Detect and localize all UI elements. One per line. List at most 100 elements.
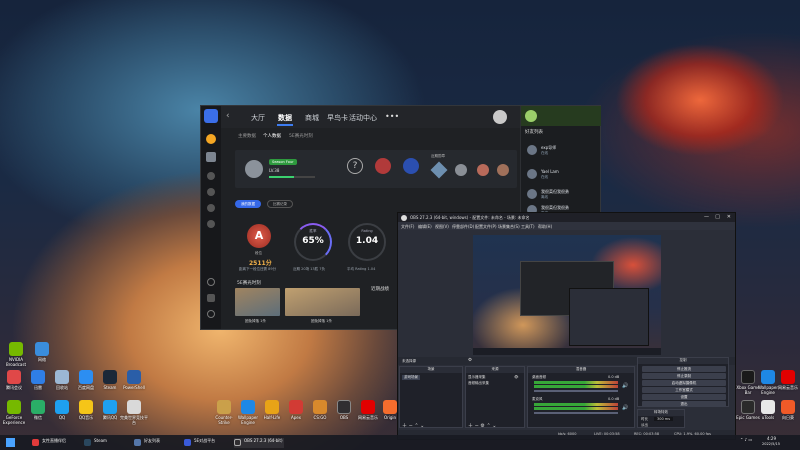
highlight-clip[interactable] (235, 288, 280, 316)
duration-input[interactable]: 300 ms (654, 417, 674, 421)
minimize-icon[interactable]: — (704, 214, 709, 220)
tab-data[interactable]: 数据 (278, 113, 292, 123)
friend-item[interactable]: Yael Lam 在线 (527, 168, 597, 182)
menu-tools[interactable]: 工具(T) (521, 224, 535, 230)
transition-type[interactable]: 淡出 (641, 423, 648, 428)
rail-icon[interactable] (207, 204, 215, 212)
rail-icon[interactable] (207, 220, 215, 228)
friend-item[interactable]: 我很菜但我很勇离线 (527, 188, 597, 202)
subtab-personal[interactable]: 个人数据 (263, 133, 281, 139)
rank-label: 段位 (255, 251, 262, 255)
add-scene-icon[interactable]: ＋ − ⌃ ⌄ (402, 422, 424, 429)
back-icon[interactable]: ‹ (226, 111, 230, 121)
perfect-world-icon (127, 400, 141, 414)
season-badge: Season Four (269, 159, 297, 165)
settings-button[interactable]: 设置 (642, 394, 726, 400)
speaker-icon[interactable]: 🔊 (622, 383, 628, 389)
volume-slider[interactable] (534, 390, 618, 392)
menu-scene-collection[interactable]: 场景集合(S) (498, 224, 520, 230)
obs-icon (234, 439, 241, 446)
channel-name: 桌面音频 (532, 375, 546, 379)
desktop-icon[interactable]: PowerShell (120, 370, 148, 390)
avatar (527, 189, 537, 199)
rank-badge-icon[interactable] (493, 110, 507, 124)
match-history-button[interactable]: 比赛记录 (267, 200, 293, 208)
taskbar-item[interactable]: OBS 27.2.3 (64-bit) (234, 438, 284, 448)
sunlogin-icon (781, 400, 795, 414)
taskbar: 女性直播伴侣 Steam 好友列表 5E对战平台 OBS 27.2.3 (64-… (0, 435, 800, 450)
source-item[interactable]: 音频输出采集 (468, 381, 489, 386)
scene-item[interactable]: 游戏场景 (402, 375, 420, 380)
help-icon[interactable]: ? (347, 158, 363, 174)
desktop-icon[interactable]: 网络 (28, 342, 56, 362)
transitions-title: 转场特效 (638, 410, 684, 416)
desktop-icon[interactable]: 网易云音乐 (774, 370, 800, 390)
coin-icon[interactable] (206, 134, 216, 144)
visibility-icon[interactable]: 👁 (514, 375, 518, 379)
desktop-icon-label: 向日葵 (782, 415, 794, 420)
maximize-icon[interactable]: □ (715, 214, 720, 220)
tray-icons[interactable]: ⌃ ♪ ▭ (740, 437, 752, 442)
subtab-main[interactable]: 主要数据 (238, 133, 256, 139)
menu-profile[interactable]: 配置文件(P) (475, 224, 497, 230)
rail-icon[interactable] (207, 188, 215, 196)
thunder-icon (31, 370, 45, 384)
clip-caption: 团免掉落 1杀 (311, 319, 332, 323)
clock-time: 4:29 (767, 436, 776, 441)
rail-icon[interactable] (207, 172, 215, 180)
stop-recording-button[interactable]: 停止录制 (642, 373, 726, 379)
netease-music-icon (361, 400, 375, 414)
exit-button[interactable]: 退出 (642, 401, 726, 407)
friend-status: 在线 (541, 151, 548, 155)
search-icon[interactable] (207, 278, 215, 286)
avatar[interactable] (525, 110, 537, 122)
taskbar-item[interactable]: 5E对战平台 (184, 438, 228, 448)
desktop-icon[interactable]: NVIDIA Broadcast (2, 342, 30, 367)
menu-file[interactable]: 文件(F) (401, 224, 414, 230)
highlight-clip[interactable] (285, 288, 360, 316)
powershell-icon (127, 370, 141, 384)
tab-events[interactable]: 活动中心 (349, 113, 377, 123)
volume-slider[interactable] (534, 412, 618, 414)
taskbar-item[interactable]: 好友列表 (134, 438, 178, 448)
menu-help[interactable]: 帮助(H) (538, 224, 552, 230)
desktop-icon-label: 迅雷 (34, 385, 42, 390)
desktop-icon[interactable]: 完美世界竞技平台 (120, 400, 148, 425)
obs-preview[interactable] (473, 235, 661, 355)
tab-lobby[interactable]: 大厅 (251, 113, 265, 123)
gear-icon[interactable] (207, 310, 215, 318)
start-icon[interactable] (6, 438, 15, 447)
nvidia-icon (9, 342, 23, 356)
desktop-icon[interactable]: 向日葵 (774, 400, 800, 420)
meeting-icon (7, 370, 21, 384)
taskbar-item[interactable]: Steam (84, 438, 124, 448)
highlights-title: 5E赛光时刻 (237, 281, 261, 286)
message-icon[interactable] (207, 294, 215, 302)
desktop-icon-label: 回收站 (56, 385, 68, 390)
profile-card: Season Four LV.38 ? 近期勋章 (235, 150, 517, 188)
speaker-icon[interactable]: 🔊 (622, 405, 628, 411)
source-item[interactable]: 显示器采集 (468, 375, 486, 380)
close-icon[interactable]: ✕ (727, 214, 731, 220)
menu-docks[interactable]: 停靠部件(D) (452, 224, 474, 230)
desktop-icon-label: Steam (103, 385, 117, 390)
avatar[interactable] (206, 152, 216, 162)
menu-edit[interactable]: 编辑(E) (418, 224, 432, 230)
apex-icon (289, 400, 303, 414)
rank-score-sub: 距离下一段位还需 89分 (239, 267, 277, 271)
tab-early-bird[interactable]: 早鸟卡 (327, 113, 348, 123)
add-source-icon[interactable]: ＋ − ⚙ ⌃ ⌄ (468, 422, 496, 429)
more-icon[interactable]: ••• (385, 112, 399, 121)
stop-streaming-button[interactable]: 停止推流 (642, 366, 726, 372)
my-data-button[interactable]: 我的数据 (235, 200, 261, 208)
friend-item[interactable]: exp导师 在线 (527, 144, 597, 158)
studio-mode-button[interactable]: 工作室模式 (642, 387, 726, 393)
geforce-icon (7, 400, 21, 414)
virtual-camera-button[interactable]: 启动虚拟摄像机 (642, 380, 726, 386)
tab-shop[interactable]: 商城 (305, 113, 319, 123)
subtab-highlights[interactable]: 5E赛光时刻 (289, 133, 313, 139)
taskbar-item[interactable]: 女性直播伴侣 (32, 438, 76, 448)
desktop-icon-label: Wallpaper Engine (237, 415, 258, 425)
properties-icon[interactable]: ⚙ (468, 358, 472, 363)
menu-view[interactable]: 视图(V) (435, 224, 449, 230)
